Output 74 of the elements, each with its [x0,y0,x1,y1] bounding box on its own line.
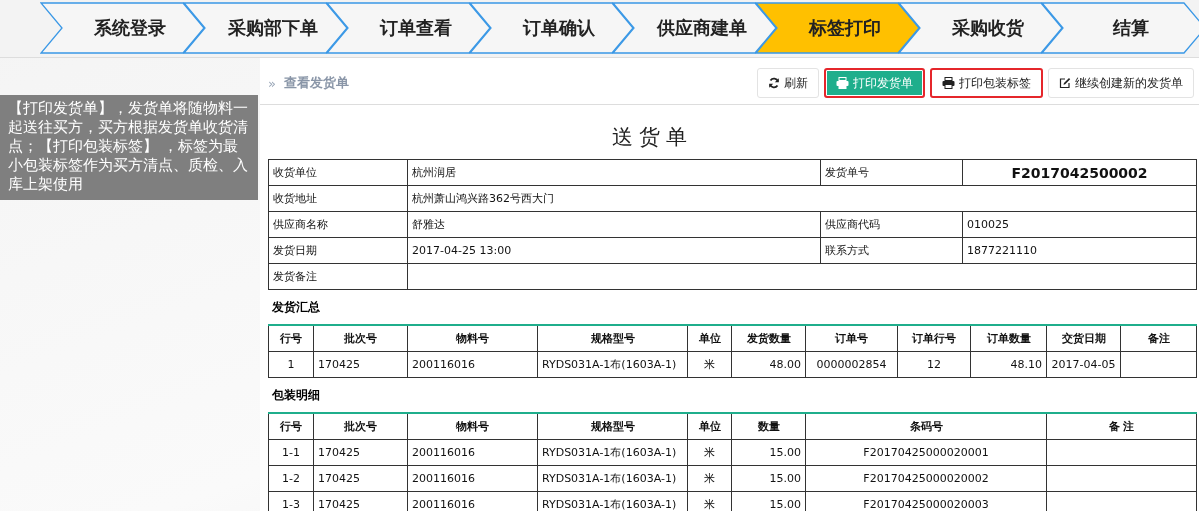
step-tab[interactable]: 系统登录 [40,2,205,54]
table-cell: 1 [268,351,314,378]
edit-icon [1059,77,1071,89]
table-cell: 200116016 [407,465,538,492]
field-label: 收货地址 [268,185,408,212]
field-label: 发货单号 [820,159,963,186]
table-cell: 15.00 [731,439,806,466]
field-label: 收货单位 [268,159,408,186]
field-value: 杭州润居 [407,159,821,186]
column-header: 单位 [687,413,732,440]
printer-icon [942,77,955,89]
column-header: 规格型号 [537,413,688,440]
table-cell: 0000002854 [805,351,898,378]
column-header: 发货数量 [731,325,806,352]
table-cell: 48.00 [731,351,806,378]
column-header: 交货日期 [1046,325,1121,352]
column-header: 行号 [268,325,314,352]
table-cell: 1-3 [268,491,314,511]
table-cell: RYDS031A-1布(1603A-1) [537,465,688,492]
column-header: 物料号 [407,325,538,352]
table-cell: F20170425000020001 [805,439,1047,466]
column-header: 批次号 [313,325,408,352]
table-cell: 1-1 [268,439,314,466]
table-cell: F20170425000020002 [805,465,1047,492]
column-header: 单位 [687,325,732,352]
field-value: 杭州萧山鸿兴路362号西大门 [407,185,1197,212]
annotation-note: 【打印发货单】，发货单将随物料一起送往买方，买方根据发货单收货清点；【打印包装标签】 ，标签为最小包装标签作为买方清点、质检、入库上架使用 [0,95,258,200]
table-cell: 170425 [313,465,408,492]
field-value: 1877221110 [962,237,1197,264]
table-cell: 2017-04-05 [1046,351,1121,378]
section-title: 发货汇总 [271,299,321,316]
refresh-icon [768,77,780,89]
step-tab[interactable]: 结算 [1041,2,1199,54]
breadcrumb-icon: » [268,75,276,91]
table-cell: 米 [687,465,732,492]
field-label: 联系方式 [820,237,963,264]
field-value: 舒雅达 [407,211,821,238]
column-header: 备注 [1120,325,1197,352]
field-value: F2017042500002 [962,159,1197,186]
toolbar-button[interactable]: 刷新 [757,68,819,98]
column-header: 批次号 [313,413,408,440]
table-cell: 15.00 [731,465,806,492]
field-label: 供应商代码 [820,211,963,238]
field-value: 010025 [962,211,1197,238]
column-header: 订单数量 [970,325,1047,352]
column-header: 数量 [731,413,806,440]
toolbar-button[interactable]: 打印包装标签 [930,68,1043,98]
column-header: 物料号 [407,413,538,440]
column-header: 备 注 [1046,413,1197,440]
column-header: 行号 [268,413,314,440]
document-title: 送货单 [611,124,694,151]
column-header: 订单行号 [897,325,971,352]
table-cell: RYDS031A-1布(1603A-1) [537,439,688,466]
table-cell: 200116016 [407,439,538,466]
field-value: 2017-04-25 13:00 [407,237,821,264]
table-cell: 米 [687,351,732,378]
section-title: 包装明细 [271,387,321,404]
table-cell: 170425 [313,351,408,378]
toolbar-button[interactable]: 继续创建新的发货单 [1048,68,1194,98]
field-label: 供应商名称 [268,211,408,238]
table-cell: 48.10 [970,351,1047,378]
printer-icon [836,77,849,89]
column-header: 规格型号 [537,325,688,352]
field-label: 发货备注 [268,263,408,290]
table-cell: 米 [687,439,732,466]
table-cell: 170425 [313,439,408,466]
table-cell: 200116016 [407,351,538,378]
breadcrumb-title: 查看发货单 [283,74,350,92]
table-cell: RYDS031A-1布(1603A-1) [537,351,688,378]
column-header: 条码号 [805,413,1047,440]
column-header: 订单号 [805,325,898,352]
field-label: 发货日期 [268,237,408,264]
table-cell: 1-2 [268,465,314,492]
table-cell: 12 [897,351,971,378]
